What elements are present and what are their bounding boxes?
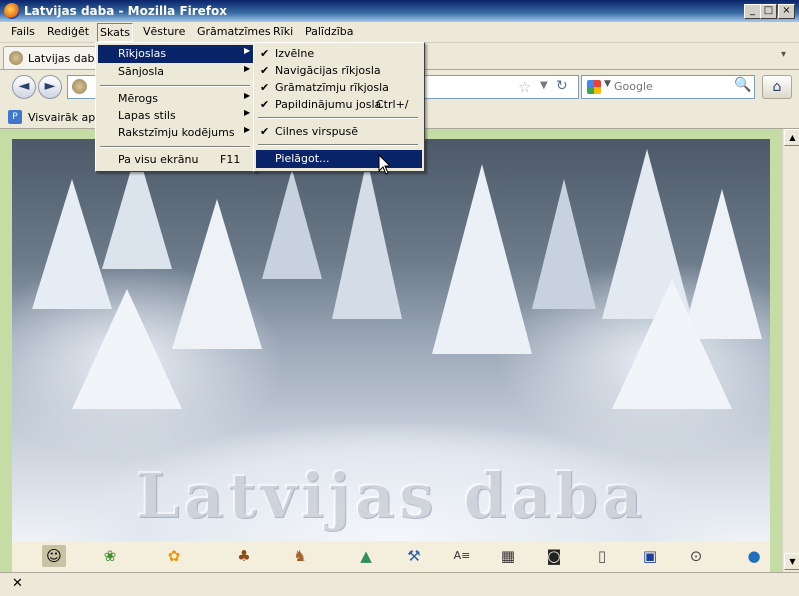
reload-icon[interactable]: ↻ bbox=[556, 78, 568, 94]
menu-fails[interactable]: Fails bbox=[9, 25, 37, 39]
menu-separator bbox=[100, 85, 250, 87]
skats-menu: Rīkjoslas ▶ Sānjosla ▶ Mērogs ▶ Lapas st… bbox=[95, 42, 257, 172]
book-icon[interactable]: ▯ bbox=[590, 545, 614, 567]
search-icon[interactable]: ⊙ bbox=[684, 545, 708, 567]
head-icon[interactable]: ☺ bbox=[42, 545, 66, 567]
check-icon: ✔ bbox=[260, 47, 270, 60]
submenu-arrow-icon: ▶ bbox=[244, 91, 251, 100]
submenu-arrow-icon: ▶ bbox=[244, 108, 251, 117]
menu-skats[interactable]: Skats bbox=[97, 23, 133, 42]
check-icon: ✔ bbox=[260, 98, 270, 111]
search-box[interactable]: ▼ 🔍 bbox=[581, 75, 755, 99]
menu-bar: Fails Rediģēt Skats Vēsture Grāmatzīmes … bbox=[0, 22, 799, 43]
submenu-item-pielagot[interactable]: Pielāgot... bbox=[256, 150, 422, 168]
menu-item-rikjoslas[interactable]: Rīkjoslas ▶ bbox=[98, 45, 254, 63]
search-icon[interactable]: 🔍 bbox=[734, 77, 751, 93]
axe-icon[interactable]: ⚒ bbox=[402, 545, 426, 567]
menu-item-lapas-stils[interactable]: Lapas stils ▶ bbox=[98, 107, 254, 125]
submenu-item-papildinajumu-josla[interactable]: ✔ Papildinājumu josla Ctrl+/ bbox=[256, 96, 422, 114]
vertical-scrollbar[interactable]: ▲ ▼ bbox=[782, 129, 799, 572]
camera-icon[interactable]: ◙ bbox=[542, 545, 566, 567]
home-button[interactable]: ⌂ bbox=[762, 75, 792, 99]
submenu-item-gramatzimju-rikjosla[interactable]: ✔ Grāmatzīmju rīkjosla bbox=[256, 79, 422, 97]
site-icon bbox=[72, 79, 87, 94]
menu-separator bbox=[258, 144, 418, 146]
document-icon[interactable]: ▦ bbox=[496, 545, 520, 567]
map-icon[interactable]: ▲ bbox=[354, 545, 378, 567]
close-window-button[interactable]: × bbox=[778, 4, 795, 19]
check-icon: ✔ bbox=[260, 125, 270, 138]
url-dropdown-icon[interactable]: ▼ bbox=[540, 80, 548, 91]
submenu-item-izvelne[interactable]: ✔ Izvēlne bbox=[256, 45, 422, 63]
back-button[interactable]: ◄ bbox=[12, 75, 36, 99]
page-icon bbox=[9, 51, 23, 65]
google-logo-icon[interactable] bbox=[587, 80, 601, 94]
deer-icon[interactable]: ♞ bbox=[288, 545, 312, 567]
page-icon: P bbox=[8, 110, 22, 124]
mushroom-icon[interactable]: ♣ bbox=[232, 545, 256, 567]
bookmark-star-icon[interactable]: ☆ bbox=[518, 78, 531, 96]
submenu-arrow-icon: ▶ bbox=[244, 46, 251, 55]
site-icon-strip: ☺ ❀ ✿ ♣ ♞ ▲ ⚒ A≡ ▦ ◙ ▯ ▣ ⊙ ● bbox=[12, 541, 770, 572]
search-input[interactable] bbox=[614, 78, 730, 94]
minimize-button[interactable]: _ bbox=[744, 4, 761, 19]
status-bar: ✕ bbox=[0, 572, 799, 596]
forward-button[interactable]: ► bbox=[38, 75, 62, 99]
tab-label: Latvijas daba bbox=[28, 52, 102, 65]
list-all-tabs-icon[interactable]: ▾ bbox=[781, 49, 786, 60]
search-engine-dropdown-icon[interactable]: ▼ bbox=[604, 79, 611, 89]
menu-palidziba[interactable]: Palīdzība bbox=[303, 25, 356, 39]
frog-icon[interactable]: ❀ bbox=[98, 545, 122, 567]
maximize-button[interactable]: □ bbox=[760, 4, 777, 19]
submenu-arrow-icon: ▶ bbox=[244, 125, 251, 134]
submenu-arrow-icon: ▶ bbox=[244, 64, 251, 73]
menu-rediget[interactable]: Rediģēt bbox=[45, 25, 91, 39]
flower-icon[interactable]: ✿ bbox=[162, 545, 186, 567]
menu-gramatzimes[interactable]: Grāmatzīmes bbox=[195, 25, 273, 39]
menu-item-rakstzimju-kodejums[interactable]: Rakstzīmju kodējums ▶ bbox=[98, 124, 254, 142]
globe-icon[interactable]: ● bbox=[742, 545, 766, 567]
menu-separator bbox=[100, 146, 250, 148]
close-addon-bar-icon[interactable]: ✕ bbox=[12, 576, 23, 591]
scroll-up-icon[interactable]: ▲ bbox=[784, 129, 799, 146]
letters-icon[interactable]: A≡ bbox=[450, 545, 474, 567]
firefox-icon bbox=[4, 3, 20, 19]
menu-separator bbox=[258, 117, 418, 119]
title-bar: Latvijas daba - Mozilla Firefox _ □ × bbox=[0, 0, 799, 22]
menu-riki[interactable]: Rīki bbox=[271, 25, 295, 39]
menu-item-sanjosla[interactable]: Sānjosla ▶ bbox=[98, 63, 254, 81]
window-title: Latvijas daba - Mozilla Firefox bbox=[24, 4, 228, 18]
menu-item-pa-visu-ekranu[interactable]: Pa visu ekrānu F11 bbox=[98, 151, 254, 169]
menu-vesture[interactable]: Vēsture bbox=[141, 25, 187, 39]
check-icon: ✔ bbox=[260, 64, 270, 77]
submenu-item-navigacijas-rikjosla[interactable]: ✔ Navigācijas rīkjosla bbox=[256, 62, 422, 80]
menu-item-merogs[interactable]: Mērogs ▶ bbox=[98, 90, 254, 108]
site-watermark-title: Latvijas daba bbox=[135, 459, 647, 532]
check-icon: ✔ bbox=[260, 81, 270, 94]
info-icon[interactable]: ▣ bbox=[638, 545, 662, 567]
mouse-cursor-icon bbox=[378, 154, 392, 175]
scroll-down-icon[interactable]: ▼ bbox=[784, 553, 799, 570]
rikjoslas-submenu: ✔ Izvēlne ✔ Navigācijas rīkjosla ✔ Grāma… bbox=[253, 42, 425, 172]
submenu-item-cilnes-virspuse[interactable]: ✔ Cilnes virspusē bbox=[256, 123, 422, 141]
page-content: Latvijas daba ☺ ❀ ✿ ♣ ♞ ▲ ⚒ A≡ ▦ ◙ ▯ ▣ ⊙… bbox=[0, 129, 799, 572]
